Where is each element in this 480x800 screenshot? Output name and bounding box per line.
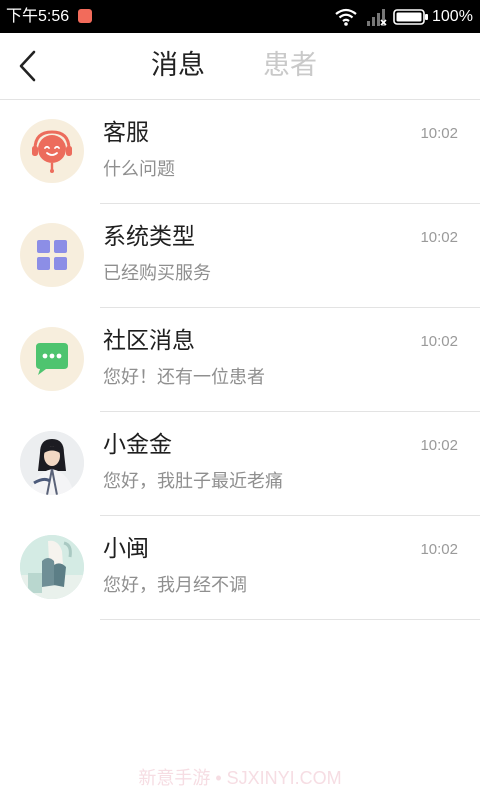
battery-percent: 100%	[432, 8, 473, 25]
list-item[interactable]: 小金金 您好，我肚子最近老痛 10:02	[0, 412, 480, 516]
message-preview: 您好！还有一位患者	[103, 367, 265, 388]
status-time: 下午5:56	[6, 8, 70, 25]
top-nav-bar: 消息 患者	[0, 33, 480, 100]
status-bar: 下午5:56 100%	[0, 0, 480, 33]
back-button[interactable]	[10, 46, 50, 86]
wifi-icon	[335, 8, 357, 26]
grid-apps-icon	[37, 240, 67, 270]
contact-name: 社区消息	[103, 328, 195, 354]
message-time: 10:02	[420, 125, 458, 142]
user-photo-avatar	[20, 431, 84, 495]
message-time: 10:02	[420, 229, 458, 246]
contact-name: 系统类型	[103, 224, 195, 250]
message-time: 10:02	[420, 333, 458, 350]
chat-bubble-icon	[36, 343, 68, 375]
avatar	[20, 119, 84, 183]
tab-messages[interactable]: 消息	[151, 48, 205, 84]
message-time: 10:02	[420, 437, 458, 454]
contact-name: 小金金	[103, 432, 172, 458]
chevron-left-icon	[19, 50, 36, 82]
contact-name: 小闽	[103, 536, 149, 562]
message-time: 10:02	[420, 541, 458, 558]
message-list: 客服 什么问题 10:02 系统类型 已经购买服务 10:02 社区消息 您好！…	[0, 100, 480, 620]
list-item[interactable]: 客服 什么问题 10:02	[0, 100, 480, 204]
avatar	[20, 535, 84, 599]
notification-icon	[78, 9, 92, 23]
list-item[interactable]: 小闽 您好，我月经不调 10:02	[0, 516, 480, 620]
message-preview: 什么问题	[103, 159, 175, 180]
avatar	[20, 431, 84, 495]
message-preview: 已经购买服务	[103, 263, 211, 284]
battery-icon	[393, 9, 428, 25]
tab-patients[interactable]: 患者	[263, 48, 317, 84]
list-item[interactable]: 系统类型 已经购买服务 10:02	[0, 204, 480, 308]
list-item[interactable]: 社区消息 您好！还有一位患者 10:02	[0, 308, 480, 412]
user-photo-avatar	[20, 535, 84, 599]
watermark: 新意手游 • SJXINYI.COM	[138, 768, 342, 788]
divider	[100, 619, 480, 620]
avatar	[20, 223, 84, 287]
message-preview: 您好，我月经不调	[103, 575, 247, 596]
customer-service-icon	[32, 130, 72, 173]
contact-name: 客服	[103, 120, 149, 146]
signal-icon	[367, 9, 387, 26]
avatar	[20, 327, 84, 391]
message-preview: 您好，我肚子最近老痛	[103, 471, 283, 492]
